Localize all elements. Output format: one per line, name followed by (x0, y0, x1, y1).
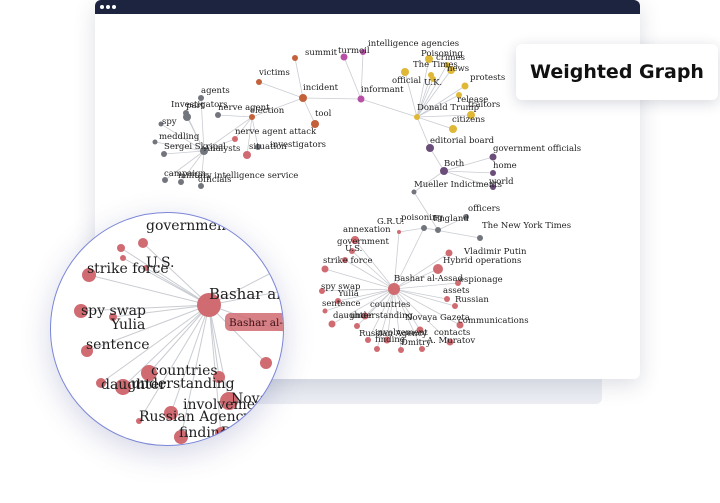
node-label-both: Both (444, 159, 465, 169)
lens-understanding: understanding (131, 376, 235, 392)
node-label-officials-left: officials (198, 175, 232, 185)
node-label-victims: victims (258, 68, 290, 78)
lens-strike-force: strike force (87, 261, 169, 277)
graph-node-informant[interactable] (357, 95, 365, 103)
node-label-turmoil: turmoil (338, 46, 370, 56)
graph-node-donald-trump[interactable] (414, 114, 420, 120)
graph-node-hybrid-ops[interactable] (433, 264, 443, 274)
lens-sentence: sentence (86, 337, 150, 353)
node-label-nyt: The New York Times (482, 221, 571, 231)
lens-node[interactable] (117, 244, 125, 252)
node-label-strike-force: strike force (323, 256, 373, 266)
graph-node-victims[interactable] (256, 79, 262, 85)
node-label-military-intel: military intelligence service (178, 171, 298, 181)
graph-node-mueller[interactable] (411, 189, 417, 195)
node-label-part: part (186, 101, 205, 111)
node-label-assad-plain: Bashar al-Assad (394, 274, 464, 284)
lens-edge (88, 274, 210, 306)
graph-edge (294, 57, 304, 99)
node-label-understanding: understanding (350, 311, 413, 321)
weighted-graph-badge: Weighted Graph (516, 44, 718, 100)
node-label-mueller: Mueller Indictments (414, 180, 502, 190)
lens-label-assad: Bashar al-Assa (229, 317, 283, 329)
node-label-tool: tool (315, 109, 332, 119)
node-label-espionage: espionage (459, 275, 503, 285)
magnified-graph: Bashar al-governmentU.S.strike forcespy … (74, 218, 283, 444)
graph-node-england[interactable] (435, 227, 441, 233)
node-label-protests: protests (470, 73, 505, 83)
graph-node-strike-force[interactable] (321, 265, 329, 273)
node-label-citizens: citizens (452, 115, 485, 125)
graph-node-situation[interactable] (243, 151, 251, 159)
node-label-informant: informant (361, 85, 404, 95)
node-label-yulia: Yulia (337, 289, 359, 299)
node-label-contacts: contacts (434, 328, 470, 338)
node-label-home: home (493, 161, 517, 171)
graph-node-gru[interactable] (397, 230, 401, 234)
node-label-incident: incident (303, 83, 339, 93)
graph-edge (302, 97, 362, 100)
graph-node-assad-plain[interactable] (388, 283, 400, 295)
node-label-spy-top: spy (162, 117, 177, 127)
node-label-donald-trump: Donald Trump (417, 103, 480, 113)
graph-node-gov-officials[interactable] (489, 153, 497, 161)
lens-node[interactable] (138, 238, 148, 248)
node-label-communications: communications (458, 316, 529, 326)
node-label-russian: Russian (455, 295, 489, 305)
node-label-intel-agencies: intelligence agencies (368, 39, 459, 49)
graph-edge (429, 147, 445, 172)
graph-edge (360, 98, 418, 118)
node-label-agents: agents (201, 86, 230, 96)
graph-node-sentence[interactable] (322, 308, 328, 314)
graph-edge (443, 170, 494, 174)
graph-node-nyt[interactable] (477, 235, 483, 241)
lens-center-label: Bashar al- (209, 285, 283, 303)
lens-yulia: Yulia (110, 317, 145, 333)
node-label-poisoning-mid: poisoning (401, 213, 443, 223)
node-label-officers: officers (468, 204, 500, 214)
node-label-editorial-board: editorial board (430, 136, 495, 146)
graph-edge (416, 116, 454, 130)
node-label-crimes: crimes (436, 53, 465, 63)
node-label-us: U.S. (345, 244, 362, 254)
graph-edge (423, 227, 481, 239)
graph-node-incident[interactable] (299, 94, 307, 102)
graph-edge (217, 114, 253, 118)
lens-russian-agency: Russian Agency (139, 409, 251, 425)
node-label-meddling: meddling (159, 132, 200, 142)
node-label-official: official (392, 76, 421, 86)
graph-edge (413, 191, 439, 231)
node-label-countries: countries (370, 300, 410, 310)
node-label-news: news (447, 64, 469, 74)
graph-edge (258, 81, 304, 99)
graph-node-assets[interactable] (444, 296, 450, 302)
node-label-nerve-agent-attack: nerve agent attack (235, 127, 317, 137)
graph-edge (343, 56, 362, 100)
graph-node-official[interactable] (401, 68, 409, 76)
graph-node-finding[interactable] (374, 346, 380, 352)
graph-node-daughter[interactable] (328, 320, 336, 328)
graph-edge (398, 227, 425, 233)
lens-node[interactable] (260, 357, 272, 369)
graph-node-meddling[interactable] (152, 139, 158, 145)
lens-dmitry: Dmit (221, 425, 256, 441)
node-label-hybrid-ops: Hybrid operations (443, 256, 521, 266)
node-label-nerve-agent: nerve agent (218, 103, 270, 113)
graph-edge (416, 116, 431, 149)
node-label-annexation: annexation (343, 225, 391, 235)
graph-edge (302, 97, 316, 125)
node-label-summit: summit (305, 48, 338, 58)
graph-edge (393, 288, 448, 300)
node-label-situation: situation (249, 142, 287, 152)
graph-node-citizens[interactable] (449, 125, 457, 133)
node-label-sentence: sentence (322, 299, 361, 309)
magnifier-lens[interactable]: Bashar al-government U.S. strike force spy … (50, 212, 284, 446)
node-label-gov-officials: government officials (493, 144, 581, 154)
graph-node-poisoning-mid[interactable] (421, 225, 427, 231)
node-label-uk: U.K. (424, 78, 442, 88)
node-label-sergei-skripal: Sergei Skripal (164, 142, 226, 152)
graph-node-summit[interactable] (292, 55, 298, 61)
graph-node-protests[interactable] (461, 82, 469, 90)
